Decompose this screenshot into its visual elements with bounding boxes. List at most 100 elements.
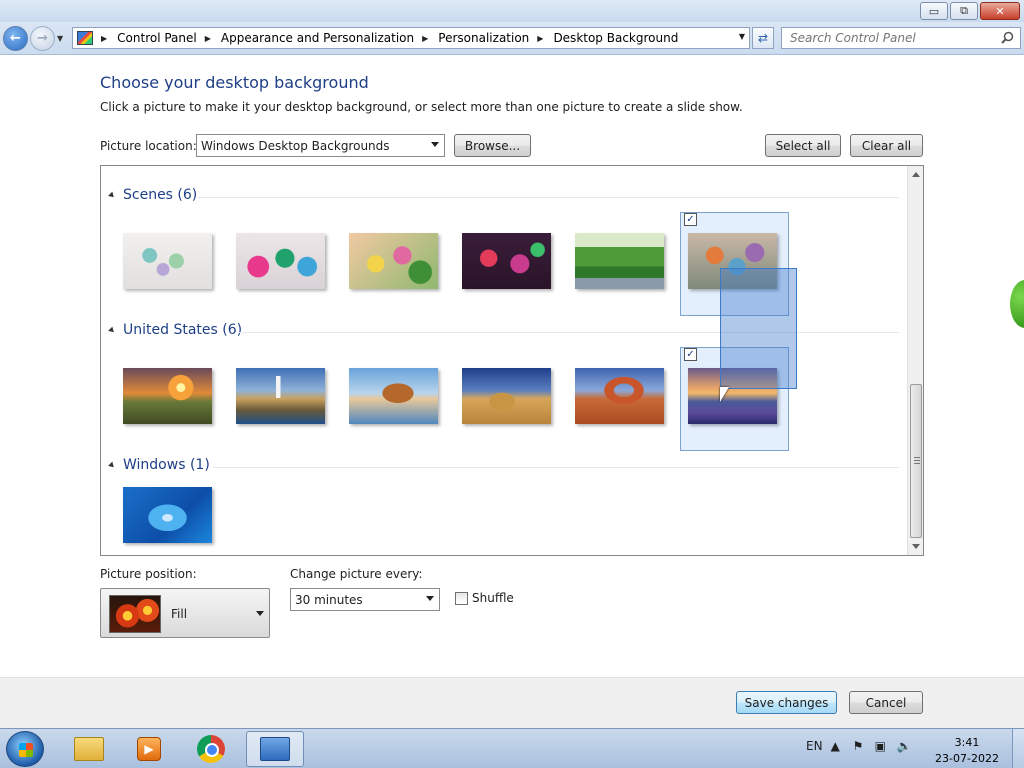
wallpaper-thumbnail[interactable]	[236, 233, 325, 289]
search-box[interactable]	[781, 27, 1021, 49]
thumbnail-checkbox[interactable]: ✓	[684, 348, 697, 361]
wallpaper-thumbnail[interactable]	[123, 233, 212, 289]
dropdown-arrow-icon	[256, 611, 264, 616]
breadcrumb-personalization[interactable]: Personalization	[438, 31, 529, 45]
group-header-scenes[interactable]: Scenes (6)	[108, 187, 197, 203]
media-player-icon: ▶	[137, 737, 161, 761]
picture-location-select[interactable]: Windows Desktop Backgrounds	[196, 134, 445, 157]
thumbnail-checkbox[interactable]: ✓	[684, 213, 697, 226]
shuffle-checkbox[interactable]: Shuffle	[455, 591, 514, 605]
breadcrumb-separator-icon[interactable]: ▶	[101, 34, 107, 43]
control-panel-icon	[77, 31, 93, 45]
chrome-icon	[197, 735, 225, 763]
breadcrumb-appearance[interactable]: Appearance and Personalization	[221, 31, 414, 45]
address-dropdown-icon[interactable]: ▼	[739, 32, 745, 41]
page-title: Choose your desktop background	[100, 73, 369, 92]
breadcrumb-control-panel[interactable]: Control Panel	[117, 31, 197, 45]
taskbar-clock[interactable]: 3:41 23-07-2022	[930, 735, 1004, 767]
picture-position-select[interactable]: Fill	[100, 588, 270, 638]
close-button[interactable]: ✕	[980, 2, 1020, 20]
address-bar[interactable]: ▶ Control Panel ▶ Appearance and Persona…	[72, 27, 750, 49]
clock-time: 3:41	[954, 736, 980, 749]
maximize-icon: ⧉	[960, 4, 968, 17]
group-title: United States (6)	[123, 322, 243, 338]
breadcrumb-separator-icon[interactable]: ▶	[422, 34, 428, 43]
cancel-button[interactable]: Cancel	[849, 691, 923, 714]
clear-all-button[interactable]: Clear all	[850, 134, 923, 157]
collapse-triangle-icon[interactable]	[108, 326, 116, 334]
wallpaper-thumbnail[interactable]	[123, 487, 212, 543]
refresh-icon: ⇄	[757, 31, 769, 45]
taskbar-explorer[interactable]	[60, 731, 118, 767]
breadcrumb-desktop-background[interactable]: Desktop Background	[553, 31, 678, 45]
save-changes-button[interactable]: Save changes	[736, 691, 837, 714]
collapse-triangle-icon[interactable]	[108, 191, 116, 199]
dropdown-arrow-icon	[431, 142, 439, 147]
network-icon[interactable]: ▣	[875, 739, 889, 753]
group-divider	[239, 332, 899, 333]
change-interval-value: 30 minutes	[295, 592, 363, 607]
refresh-button[interactable]: ⇄	[752, 27, 774, 49]
checkbox-box[interactable]	[455, 591, 468, 605]
windows-logo-icon	[19, 743, 33, 757]
wallpaper-thumbnail[interactable]	[575, 368, 664, 424]
scrollbar-thumb[interactable]	[910, 384, 922, 538]
position-preview-image	[109, 595, 161, 633]
gallery-scrollbar[interactable]	[907, 166, 923, 555]
forward-button[interactable]: →	[30, 26, 55, 51]
scroll-up-icon[interactable]	[912, 172, 920, 177]
taskbar-media-player[interactable]: ▶	[120, 731, 178, 767]
browse-button[interactable]: Browse...	[454, 134, 531, 157]
show-hidden-icons-icon[interactable]: ▲	[831, 739, 845, 753]
group-header-united-states[interactable]: United States (6)	[108, 322, 243, 338]
control-panel-icon	[260, 737, 290, 761]
taskbar: ▶ EN ▲ ⚑ ▣ 🔈 3:41 23-07-2022	[0, 728, 1024, 768]
action-center-icon[interactable]: ⚑	[853, 739, 867, 753]
picture-position-value: Fill	[171, 607, 188, 621]
show-desktop-button[interactable]	[1012, 729, 1024, 768]
forward-arrow-icon: →	[37, 31, 48, 46]
drag-selection-rectangle	[720, 268, 797, 389]
group-header-windows[interactable]: Windows (1)	[108, 457, 210, 473]
title-bar: ▭ ⧉ ✕	[0, 0, 1024, 22]
picture-position-label: Picture position:	[100, 567, 197, 581]
minimize-button[interactable]: ▭	[920, 2, 948, 20]
search-icon[interactable]	[1001, 31, 1014, 44]
desktop-gadget-icon	[1010, 280, 1024, 328]
taskbar-control-panel[interactable]	[246, 731, 304, 767]
back-button[interactable]: ←	[3, 26, 28, 51]
recent-pages-dropdown[interactable]: ▼	[57, 34, 63, 43]
wallpaper-thumbnail[interactable]	[462, 233, 551, 289]
wallpaper-thumbnail[interactable]	[575, 233, 664, 289]
scroll-down-icon[interactable]	[912, 544, 920, 549]
shuffle-label: Shuffle	[472, 591, 514, 605]
collapse-triangle-icon[interactable]	[108, 461, 116, 469]
change-interval-select[interactable]: 30 minutes	[290, 588, 440, 611]
select-all-button[interactable]: Select all	[765, 134, 841, 157]
minimize-icon: ▭	[928, 4, 940, 18]
search-input[interactable]	[790, 31, 990, 45]
wallpaper-thumbnail[interactable]	[123, 368, 212, 424]
folder-icon	[74, 737, 104, 761]
close-icon: ✕	[995, 4, 1005, 18]
maximize-button[interactable]: ⧉	[950, 2, 978, 20]
scrollbar-grip-icon	[914, 457, 920, 464]
clock-date: 23-07-2022	[935, 752, 999, 765]
picture-location-value: Windows Desktop Backgrounds	[201, 138, 390, 153]
breadcrumb-separator-icon[interactable]: ▶	[537, 34, 543, 43]
wallpaper-thumbnail[interactable]	[462, 368, 551, 424]
start-button[interactable]	[6, 731, 44, 767]
breadcrumb-separator-icon[interactable]: ▶	[205, 34, 211, 43]
language-indicator[interactable]: EN	[806, 739, 823, 753]
change-interval-label: Change picture every:	[290, 567, 423, 581]
system-tray: EN ▲ ⚑ ▣ 🔈	[806, 739, 912, 753]
wallpaper-thumbnail[interactable]	[349, 233, 438, 289]
group-divider	[213, 467, 899, 468]
volume-icon[interactable]: 🔈	[897, 739, 912, 753]
window-controls: ▭ ⧉ ✕	[920, 2, 1020, 20]
wallpaper-gallery[interactable]: Scenes (6) ✓ United States (6) ✓ Windows…	[100, 165, 924, 556]
wallpaper-thumbnail[interactable]	[349, 368, 438, 424]
taskbar-chrome[interactable]	[182, 731, 240, 767]
wallpaper-thumbnail[interactable]	[236, 368, 325, 424]
dropdown-arrow-icon	[426, 596, 434, 601]
